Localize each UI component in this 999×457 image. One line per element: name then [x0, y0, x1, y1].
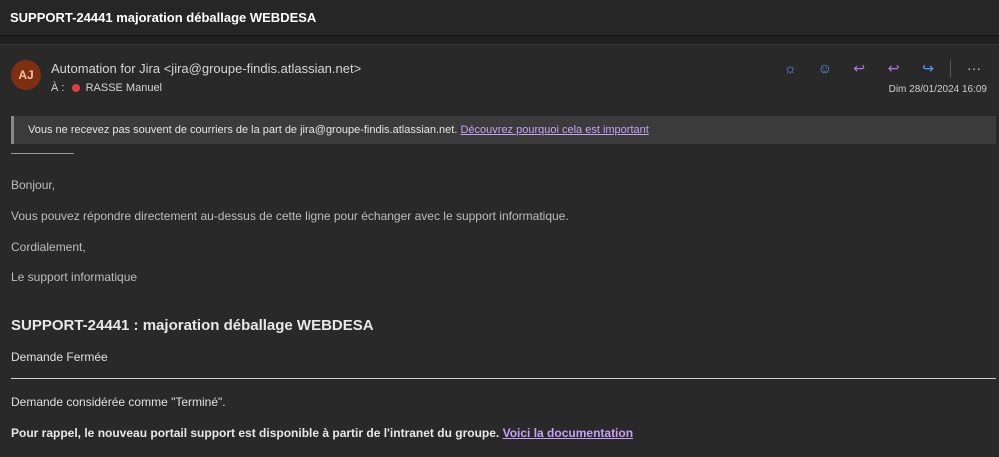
forward-icon[interactable]: ↪ [917, 58, 939, 78]
message-actions: ☼ ☺ ↩ ↩ ↪ ··· [771, 58, 985, 78]
brightness-icon[interactable]: ☼ [779, 58, 801, 78]
reply-all-icon[interactable]: ↩ [883, 58, 905, 78]
message-panel: AJ Automation for Jira <jira@groupe-find… [0, 44, 999, 457]
reply-separator [11, 153, 74, 154]
notice-link[interactable]: Découvrez pourquoi cela est important [460, 124, 648, 136]
emoji-icon[interactable]: ☺ [814, 58, 836, 78]
sender-notice-banner: Vous ne recevez pas souvent de courriers… [11, 116, 996, 144]
presence-dot-icon [71, 84, 80, 93]
sender[interactable]: Automation for Jira <jira@groupe-findis.… [51, 61, 361, 76]
received-date: Dim 28/01/2024 16:09 [888, 84, 987, 95]
portal-reminder: Pour rappel, le nouveau portail support … [11, 426, 633, 440]
ticket-status: Demande Fermée [11, 350, 108, 364]
signature: Le support informatique [11, 270, 138, 284]
title-bar: SUPPORT-24441 majoration déballage WEBDE… [0, 0, 999, 36]
status-detail: Demande considérée comme "Terminé". [11, 395, 226, 409]
body-line: Vous pouvez répondre directement au-dess… [11, 209, 569, 223]
ticket-heading: SUPPORT-24441 : majoration déballage WEB… [11, 317, 374, 334]
reply-icon[interactable]: ↩ [848, 58, 870, 78]
to-label: À : [51, 82, 65, 94]
toolbar-divider [949, 59, 951, 78]
greeting: Bonjour, [11, 178, 56, 192]
avatar[interactable]: AJ [11, 60, 41, 90]
documentation-link[interactable]: Voici la documentation [503, 426, 633, 440]
reminder-text: Pour rappel, le nouveau portail support … [11, 426, 500, 440]
notice-text: Vous ne recevez pas souvent de courriers… [28, 124, 458, 136]
recipient-name[interactable]: RASSE Manuel [86, 82, 162, 94]
email-subject: SUPPORT-24441 majoration déballage WEBDE… [10, 10, 317, 25]
closing: Cordialement, [11, 240, 86, 254]
divider [11, 378, 996, 379]
recipient-row: À : RASSE Manuel [51, 82, 162, 94]
more-icon[interactable]: ··· [963, 58, 985, 78]
